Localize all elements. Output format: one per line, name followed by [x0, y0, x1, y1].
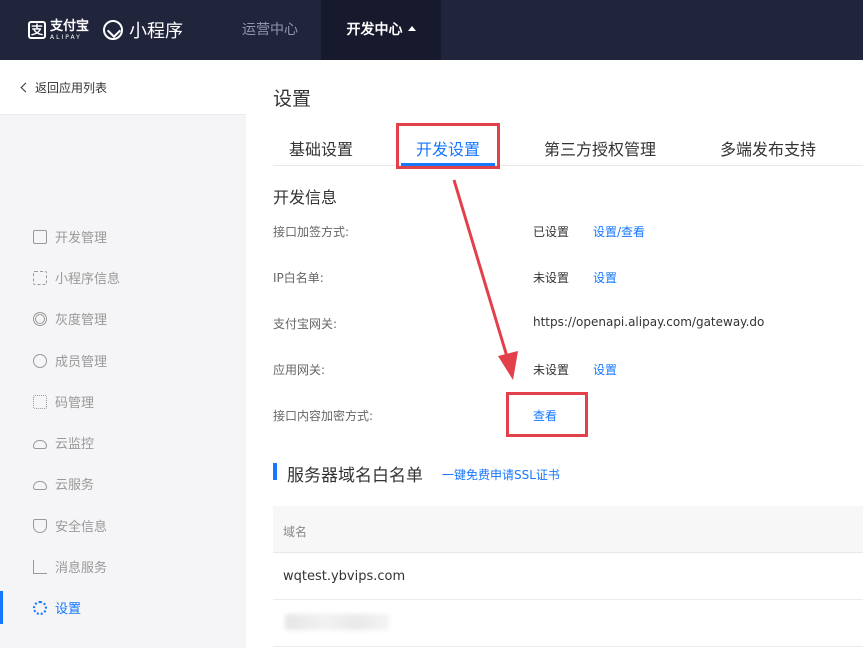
table-row: wqtest.ybvips.com — [273, 553, 863, 600]
brand-cn: 支付宝 — [50, 18, 90, 34]
sidebar-item-label: 消息服务 — [55, 561, 108, 576]
miniprogram-logo-icon — [103, 20, 124, 40]
sidebar-item-label: 开发管理 — [55, 231, 108, 246]
alipay-logo-icon: 支 — [28, 21, 46, 39]
sidebar-item-label: 设置 — [55, 602, 82, 617]
sidebar-item-code-management[interactable]: 码管理 — [0, 381, 246, 422]
sidebar-item-settings[interactable]: 设置 — [0, 587, 246, 628]
domain-cell: wqtest.ybvips.com — [283, 569, 406, 584]
nav-dev-center[interactable]: 开发中心 — [321, 0, 441, 60]
ssl-cert-link[interactable]: 一键免费申请SSL证书 — [442, 466, 560, 483]
nav-operations-center[interactable]: 运营中心 — [242, 0, 298, 60]
sidebar-item-member-management[interactable]: 成员管理 — [0, 340, 246, 381]
code-icon — [33, 229, 47, 244]
sidebar-item-dev-management[interactable]: 开发管理 — [0, 216, 246, 257]
sidebar-item-label: 灰度管理 — [55, 313, 108, 328]
table-row — [273, 600, 863, 647]
sidebar-item-label: 云服务 — [55, 478, 95, 493]
domain-whitelist-table: 域名 wqtest.ybvips.com — [273, 506, 863, 648]
cloud-icon — [33, 439, 47, 449]
sidebar-item-message-service[interactable]: 消息服务 — [0, 546, 246, 587]
sidebar-item-cloud-service[interactable]: 云服务 — [0, 463, 246, 504]
sidebar-item-label: 成员管理 — [55, 355, 108, 370]
back-row: 返回应用列表 — [0, 60, 246, 115]
product-name: 小程序 — [129, 21, 184, 42]
sidebar-item-gray-release[interactable]: 灰度管理 — [0, 298, 246, 339]
section-accent-bar — [273, 463, 277, 480]
chevron-left-icon — [20, 82, 31, 93]
cloud-service-icon — [33, 480, 47, 490]
sidebar-item-cloud-monitor[interactable]: 云监控 — [0, 422, 246, 463]
column-domain: 域名 — [283, 525, 308, 539]
sidebar-item-label: 码管理 — [55, 396, 95, 411]
qrcode-icon — [33, 394, 47, 409]
sidebar: 返回应用列表 开发管理 小程序信息 灰度管理 成员管理 码管理 云监控 云服务 … — [0, 60, 246, 648]
broadcast-icon — [33, 311, 47, 326]
main-content: 设置 基础设置 开发设置 第三方授权管理 多端发布支持 开发信息 接口加签方式:… — [246, 60, 863, 648]
table-header: 域名 — [273, 506, 863, 553]
sidebar-item-miniprogram-info[interactable]: 小程序信息 — [0, 257, 246, 298]
back-to-app-list-link[interactable]: 返回应用列表 — [20, 79, 108, 96]
sidebar-item-label: 小程序信息 — [55, 272, 121, 287]
alipay-wordmark: 支付宝 ALIPAY — [50, 20, 89, 41]
nav-dev-center-label: 开发中心 — [346, 22, 403, 38]
alipay-miniprogram-logo[interactable]: 支 支付宝 ALIPAY 小程序 — [28, 17, 183, 43]
redacted-domain-cell — [285, 614, 389, 630]
shield-icon — [33, 518, 47, 533]
sidebar-item-label: 云监控 — [55, 437, 95, 452]
sidebar-item-label: 安全信息 — [55, 520, 108, 535]
user-icon — [33, 353, 47, 368]
whitelist-title: 服务器域名白名单 — [287, 466, 423, 486]
gear-icon — [33, 600, 47, 615]
apps-icon — [33, 270, 47, 285]
sidebar-item-security-info[interactable]: 安全信息 — [0, 505, 246, 546]
caret-up-icon — [407, 25, 416, 31]
back-label: 返回应用列表 — [35, 81, 108, 95]
message-chart-icon — [33, 559, 47, 574]
arrow-shaft — [452, 179, 510, 361]
arrow-head — [498, 351, 518, 380]
brand-en: ALIPAY — [50, 33, 82, 41]
top-nav-bar: 支 支付宝 ALIPAY 小程序 运营中心 开发中心 — [0, 0, 863, 60]
